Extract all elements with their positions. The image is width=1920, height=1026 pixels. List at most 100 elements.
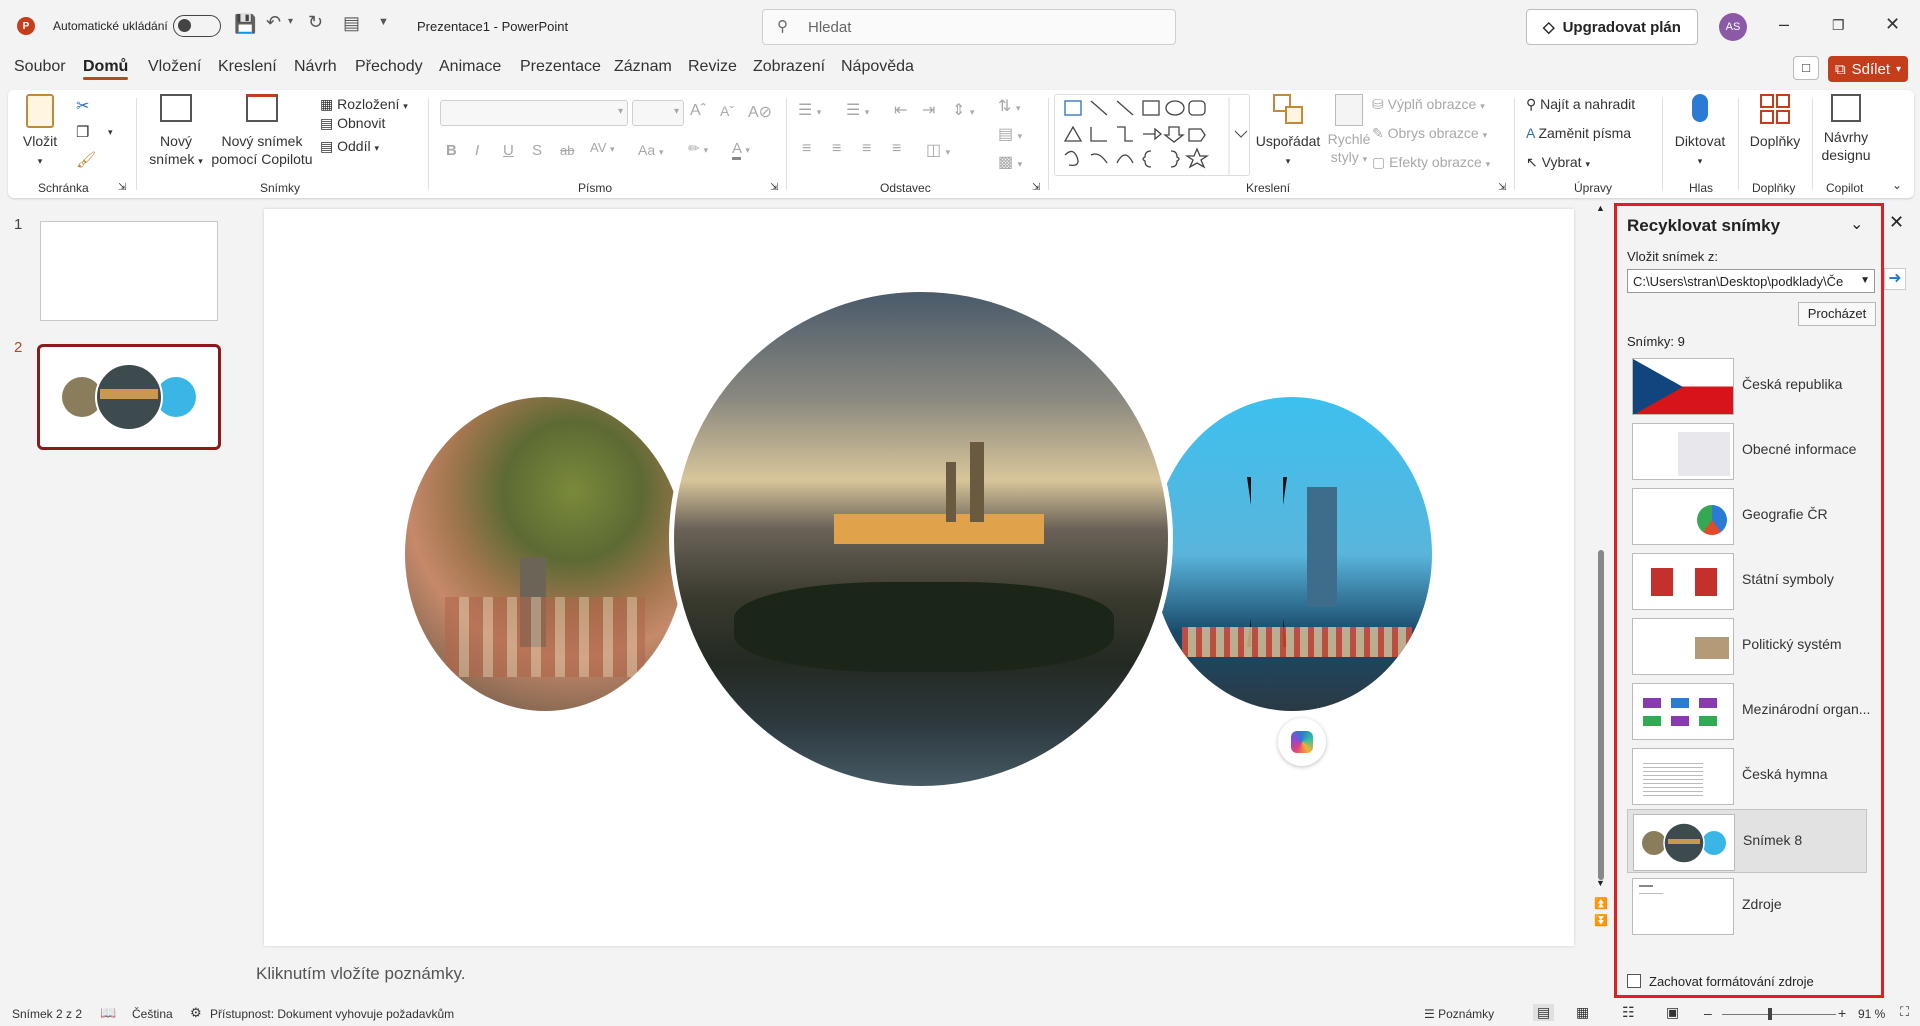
slide-thumbnail-2[interactable] [37, 344, 221, 450]
align-text-icon[interactable]: ▤ ▾ [998, 124, 1022, 144]
replace-fonts-button[interactable]: A Zaměnit písma [1526, 125, 1631, 141]
restore-icon[interactable]: ❐ [1832, 17, 1845, 34]
recycle-slide-item[interactable]: Snímek 8 [1627, 809, 1867, 873]
close-pane-icon[interactable]: ✕ [1889, 212, 1904, 233]
slideshow-icon[interactable]: ▣ [1666, 1004, 1679, 1021]
zoom-slider[interactable] [1722, 1008, 1836, 1020]
close-icon[interactable]: ✕ [1885, 14, 1900, 35]
browse-button[interactable]: Procházet [1798, 302, 1876, 326]
go-arrow-button[interactable]: ➜ [1884, 268, 1906, 290]
tab-animace[interactable]: Animace [439, 58, 501, 76]
undo-dropdown-icon[interactable]: ▾ [288, 16, 293, 27]
addins-button[interactable]: Doplňky [1744, 94, 1806, 150]
recycle-slide-item[interactable]: Politický systém [1627, 614, 1867, 678]
align-right-icon[interactable]: ≡ [862, 140, 871, 158]
previous-slide-icon[interactable]: ⏫ [1594, 897, 1608, 910]
recycle-slide-item[interactable]: Státní symboly [1627, 549, 1867, 613]
collapse-ribbon-icon[interactable]: ⌄ [1892, 178, 1902, 192]
quick-styles-button[interactable]: Rychlé styly ▾ [1324, 94, 1374, 168]
slide-thumbnail-1[interactable] [40, 221, 218, 321]
copy-dropdown-icon[interactable]: ▾ [108, 127, 113, 138]
increase-indent-icon[interactable]: ⇥ [922, 100, 935, 120]
dictate-button[interactable]: Diktovat ▾ [1668, 94, 1732, 170]
underline-icon[interactable]: U [503, 142, 514, 159]
minimize-icon[interactable]: – [1779, 14, 1789, 35]
text-direction-icon[interactable]: ⇅ ▾ [998, 96, 1020, 116]
find-replace-button[interactable]: ⚲ Najít a nahradit [1526, 96, 1635, 113]
justify-icon[interactable]: ≡ [892, 140, 901, 158]
shapes-gallery[interactable] [1054, 94, 1250, 176]
change-case-icon[interactable]: Aa ▾ [638, 142, 664, 158]
italic-icon[interactable]: I [475, 142, 479, 159]
next-slide-icon[interactable]: ⏬ [1594, 914, 1608, 927]
search-box[interactable]: ⚲ Hledat [762, 9, 1176, 45]
notes-placeholder[interactable]: Kliknutím vložíte poznámky. [256, 964, 465, 984]
copilot-icon[interactable] [1278, 718, 1326, 766]
designer-button[interactable]: Návrhy designu [1816, 94, 1876, 164]
slide-canvas[interactable] [264, 209, 1574, 946]
recycle-slide-item[interactable]: Zdroje [1627, 874, 1867, 938]
select-button[interactable]: ↖ Vybrat ▾ [1526, 154, 1590, 171]
avatar[interactable]: AS [1719, 13, 1747, 41]
strikethrough-icon[interactable]: ab [560, 143, 574, 158]
columns-icon[interactable]: ◫ ▾ [926, 140, 950, 160]
tab-zobrazeni[interactable]: Zobrazení [753, 58, 825, 76]
recycle-slide-item[interactable]: Obecné informace [1627, 419, 1867, 483]
accessibility-icon[interactable]: ⚙ [190, 1005, 202, 1021]
shape-effects-button[interactable]: ▢ Efekty obrazce ▾ [1372, 154, 1490, 171]
redo-icon[interactable]: ↻ [308, 12, 323, 33]
clear-format-icon[interactable]: A⊘ [748, 102, 772, 122]
scroll-up-icon[interactable]: ▲ [1596, 203, 1605, 213]
tab-prechody[interactable]: Přechody [355, 58, 423, 76]
slide-image-brno[interactable] [405, 397, 685, 711]
smartart-icon[interactable]: ▩ ▾ [998, 152, 1022, 172]
zoom-out-icon[interactable]: – [1704, 1005, 1712, 1021]
undo-icon[interactable]: ↶ [266, 12, 281, 33]
grow-font-icon[interactable]: Aˆ [690, 102, 706, 120]
slide-image-prague-castle[interactable] [669, 287, 1173, 791]
tab-vlozeni[interactable]: Vložení [148, 58, 201, 76]
notes-toggle[interactable]: ☰ Poznámky [1424, 1007, 1494, 1021]
tab-napoveda[interactable]: Nápověda [841, 58, 914, 76]
search-input[interactable]: Hledat [808, 19, 851, 36]
tab-domu[interactable]: Domů [83, 58, 129, 80]
paste-button[interactable]: Vložit ▾ [22, 94, 58, 170]
recycle-slide-item[interactable]: Česká republika [1627, 354, 1867, 418]
slide-scrollbar[interactable]: ▲ ▼ ⏫ ⏬ [1594, 203, 1608, 927]
save-icon[interactable]: 💾 [234, 14, 256, 35]
section-button[interactable]: ▤ Oddíl ▾ [320, 138, 379, 155]
arrange-button[interactable]: Uspořádat ▾ [1252, 94, 1324, 170]
tab-zaznam[interactable]: Záznam [614, 58, 672, 76]
reset-button[interactable]: ▤ Obnovit [320, 115, 385, 132]
slide-sorter-icon[interactable]: ▦ [1576, 1004, 1589, 1021]
layout-button[interactable]: ▦ Rozložení ▾ [320, 88, 408, 113]
cut-icon[interactable]: ✂ [76, 96, 89, 116]
char-spacing-icon[interactable]: AV ▾ [590, 140, 615, 155]
line-spacing-icon[interactable]: ⇕ ▾ [952, 100, 974, 120]
tab-navrh[interactable]: Návrh [294, 58, 337, 76]
shape-fill-button[interactable]: ⛁ Výplň obrazce ▾ [1372, 96, 1485, 113]
scroll-down-icon[interactable]: ▼ [1596, 878, 1605, 888]
highlight-color-icon[interactable]: ✏ ▾ [688, 140, 708, 157]
recycle-slide-item[interactable]: Česká hymna [1627, 744, 1867, 808]
dialog-launcher-icon[interactable]: ⇲ [1032, 182, 1040, 193]
bullets-icon[interactable]: ☰ ▾ [798, 100, 821, 120]
recycle-slide-item[interactable]: Geografie ČR [1627, 484, 1867, 548]
copilot-slide-button[interactable]: Nový snímek pomocí Copilotu [210, 94, 314, 168]
bold-icon[interactable]: B [446, 142, 457, 159]
accessibility-status[interactable]: Přístupnost: Dokument vyhovuje požadavků… [210, 1007, 454, 1021]
format-painter-icon[interactable]: 🖌 [76, 150, 96, 170]
copy-icon[interactable]: ❐ [76, 123, 89, 141]
tab-kresleni[interactable]: Kreslení [218, 58, 277, 76]
tab-revize[interactable]: Revize [688, 58, 737, 76]
tab-prezentace[interactable]: Prezentace [520, 58, 601, 76]
upgrade-button[interactable]: ◇ Upgradovat plán [1526, 9, 1698, 45]
scroll-thumb[interactable] [1598, 550, 1604, 880]
zoom-level[interactable]: 91 % [1858, 1007, 1885, 1021]
zoom-slider-thumb[interactable] [1768, 1008, 1772, 1020]
fit-to-window-icon[interactable]: ⛶ [1900, 1004, 1909, 1020]
dialog-launcher-icon[interactable]: ⇲ [118, 182, 126, 193]
pane-options-icon[interactable]: ⌄ [1850, 214, 1863, 234]
normal-view-icon[interactable]: ▤ [1533, 1004, 1555, 1021]
align-center-icon[interactable]: ≡ [832, 140, 841, 158]
